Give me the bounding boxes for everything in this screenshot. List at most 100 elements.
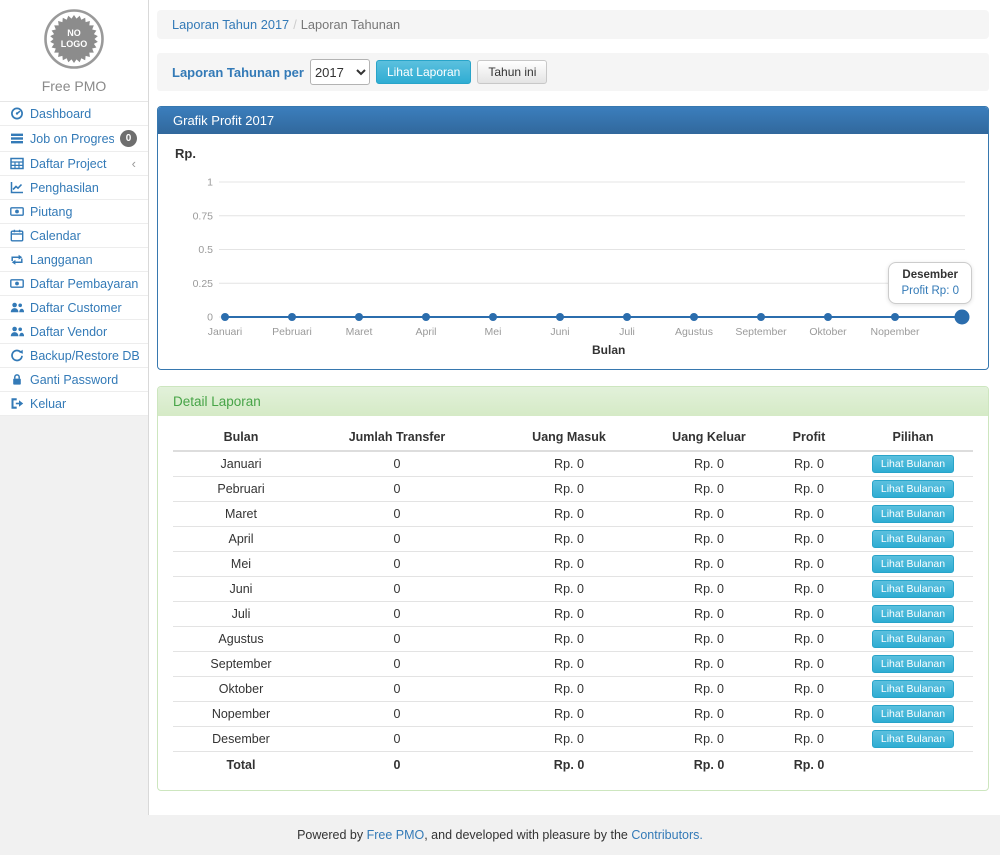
table-cell: Rp. 0 (485, 451, 653, 477)
data-point-september[interactable] (757, 313, 765, 321)
table-cell: Rp. 0 (765, 652, 853, 677)
view-monthly-button-juni[interactable]: Lihat Bulanan (872, 580, 954, 598)
column-header: Uang Keluar (653, 424, 765, 451)
table-cell: Rp. 0 (653, 702, 765, 727)
table-cell: Rp. 0 (485, 477, 653, 502)
users-icon (9, 325, 24, 338)
sidebar-item-label: Calendar (30, 229, 139, 243)
breadcrumb-separator: / (293, 17, 297, 32)
table-cell: Mei (173, 552, 309, 577)
view-monthly-button-januari[interactable]: Lihat Bulanan (872, 455, 954, 473)
data-point-juni[interactable] (556, 313, 564, 321)
table-cell: Rp. 0 (485, 727, 653, 752)
table-cell: Rp. 0 (485, 652, 653, 677)
sidebar-nav: Dashboard Job on Progress0 Daftar Project ‹… (0, 102, 148, 416)
data-point-april[interactable] (422, 313, 430, 321)
table-total-row: Total0Rp. 0Rp. 0Rp. 0 (173, 752, 973, 776)
detail-report-panel: Detail Laporan BulanJumlah TransferUang … (157, 386, 989, 791)
table-cell: Rp. 0 (765, 502, 853, 527)
table-row: Juni0Rp. 0Rp. 0Rp. 0Lihat Bulanan (173, 577, 973, 602)
sidebar-link-penghasilan[interactable]: Penghasilan (0, 176, 148, 199)
y-axis-title: Rp. (175, 146, 196, 161)
data-point-juli[interactable] (623, 313, 631, 321)
view-monthly-button-nopember[interactable]: Lihat Bulanan (872, 705, 954, 723)
table-cell: 0 (309, 627, 485, 652)
table-cell: Rp. 0 (653, 477, 765, 502)
x-tick-label: April (415, 326, 436, 338)
data-point-pebruari[interactable] (288, 313, 296, 321)
table-cell: Rp. 0 (485, 627, 653, 652)
column-header: Profit (765, 424, 853, 451)
sidebar-item-label: Dashboard (30, 107, 139, 121)
sidebar-link-job-on-progress[interactable]: Job on Progress0 (0, 126, 148, 151)
view-monthly-button-oktober[interactable]: Lihat Bulanan (872, 680, 954, 698)
action-cell: Lihat Bulanan (853, 527, 973, 552)
main-content: Laporan Tahun 2017/Laporan Tahunan Lapor… (149, 0, 1000, 815)
users-icon (9, 301, 24, 314)
table-row: Januari0Rp. 0Rp. 0Rp. 0Lihat Bulanan (173, 451, 973, 477)
data-point-nopember[interactable] (891, 313, 899, 321)
table-cell: Juni (173, 577, 309, 602)
view-monthly-button-september[interactable]: Lihat Bulanan (872, 655, 954, 673)
data-point-januari[interactable] (221, 313, 229, 321)
data-point-mei[interactable] (489, 313, 497, 321)
view-monthly-button-mei[interactable]: Lihat Bulanan (872, 555, 954, 573)
breadcrumb-link-laporan-tahun[interactable]: Laporan Tahun 2017 (172, 17, 289, 32)
sidebar-item-dashboard: Dashboard (0, 102, 148, 126)
action-cell: Lihat Bulanan (853, 477, 973, 502)
footer-freepmo-link[interactable]: Free PMO (367, 828, 425, 842)
svg-text:NO: NO (67, 28, 81, 38)
sidebar-item-penghasilan: Penghasilan (0, 176, 148, 200)
sidebar-link-daftar-customer[interactable]: Daftar Customer (0, 296, 148, 319)
data-point-desember[interactable] (955, 310, 970, 325)
table-cell: Rp. 0 (485, 577, 653, 602)
x-tick-label: Maret (346, 326, 373, 338)
action-cell: Lihat Bulanan (853, 652, 973, 677)
view-monthly-button-desember[interactable]: Lihat Bulanan (872, 730, 954, 748)
lock-icon (9, 373, 24, 386)
x-tick-label: Agustus (675, 326, 713, 338)
sidebar-link-daftar-pembayaran[interactable]: Daftar Pembayaran (0, 272, 148, 295)
sidebar-link-daftar-project[interactable]: Daftar Project ‹ (0, 152, 148, 175)
table-cell: 0 (309, 602, 485, 627)
chevron-left-icon: ‹ (132, 156, 136, 171)
table-icon (9, 157, 24, 170)
data-point-maret[interactable] (355, 313, 363, 321)
table-cell: Rp. 0 (765, 602, 853, 627)
footer-contributors-link[interactable]: Contributors. (631, 828, 703, 842)
data-point-oktober[interactable] (824, 313, 832, 321)
tooltip-title: Desember (901, 269, 959, 281)
sidebar-link-daftar-vendor[interactable]: Daftar Vendor (0, 320, 148, 343)
table-cell: Desember (173, 727, 309, 752)
sidebar-link-calendar[interactable]: Calendar (0, 224, 148, 247)
sidebar-link-keluar[interactable]: Keluar (0, 392, 148, 415)
detail-panel-body: BulanJumlah TransferUang MasukUang Kelua… (158, 416, 988, 790)
table-cell: Rp. 0 (653, 652, 765, 677)
table-row: September0Rp. 0Rp. 0Rp. 0Lihat Bulanan (173, 652, 973, 677)
table-cell: Maret (173, 502, 309, 527)
this-year-button[interactable]: Tahun ini (477, 60, 547, 84)
view-monthly-button-april[interactable]: Lihat Bulanan (872, 530, 954, 548)
sidebar-link-ganti-password[interactable]: Ganti Password (0, 368, 148, 391)
sidebar-link-dashboard[interactable]: Dashboard (0, 102, 148, 125)
detail-panel-title: Detail Laporan (158, 387, 988, 416)
dashboard-icon (9, 107, 24, 120)
report-controls: Laporan Tahunan per 2017 Lihat Laporan T… (157, 53, 989, 91)
view-monthly-button-pebruari[interactable]: Lihat Bulanan (872, 480, 954, 498)
year-select[interactable]: 2017 (310, 59, 370, 85)
column-header: Uang Masuk (485, 424, 653, 451)
data-point-agustus[interactable] (690, 313, 698, 321)
sidebar-item-label: Daftar Project (30, 157, 126, 171)
table-cell: Rp. 0 (653, 727, 765, 752)
view-monthly-button-agustus[interactable]: Lihat Bulanan (872, 630, 954, 648)
view-monthly-button-juli[interactable]: Lihat Bulanan (872, 605, 954, 623)
table-cell: Rp. 0 (765, 677, 853, 702)
table-cell: 0 (309, 577, 485, 602)
calendar-icon (9, 229, 24, 242)
view-report-button[interactable]: Lihat Laporan (376, 60, 471, 84)
sidebar-link-langganan[interactable]: Langganan (0, 248, 148, 271)
sidebar-link-piutang[interactable]: Piutang (0, 200, 148, 223)
total-cell: Rp. 0 (765, 752, 853, 776)
view-monthly-button-maret[interactable]: Lihat Bulanan (872, 505, 954, 523)
sidebar-link-backup-restore-db[interactable]: Backup/Restore DB (0, 344, 148, 367)
